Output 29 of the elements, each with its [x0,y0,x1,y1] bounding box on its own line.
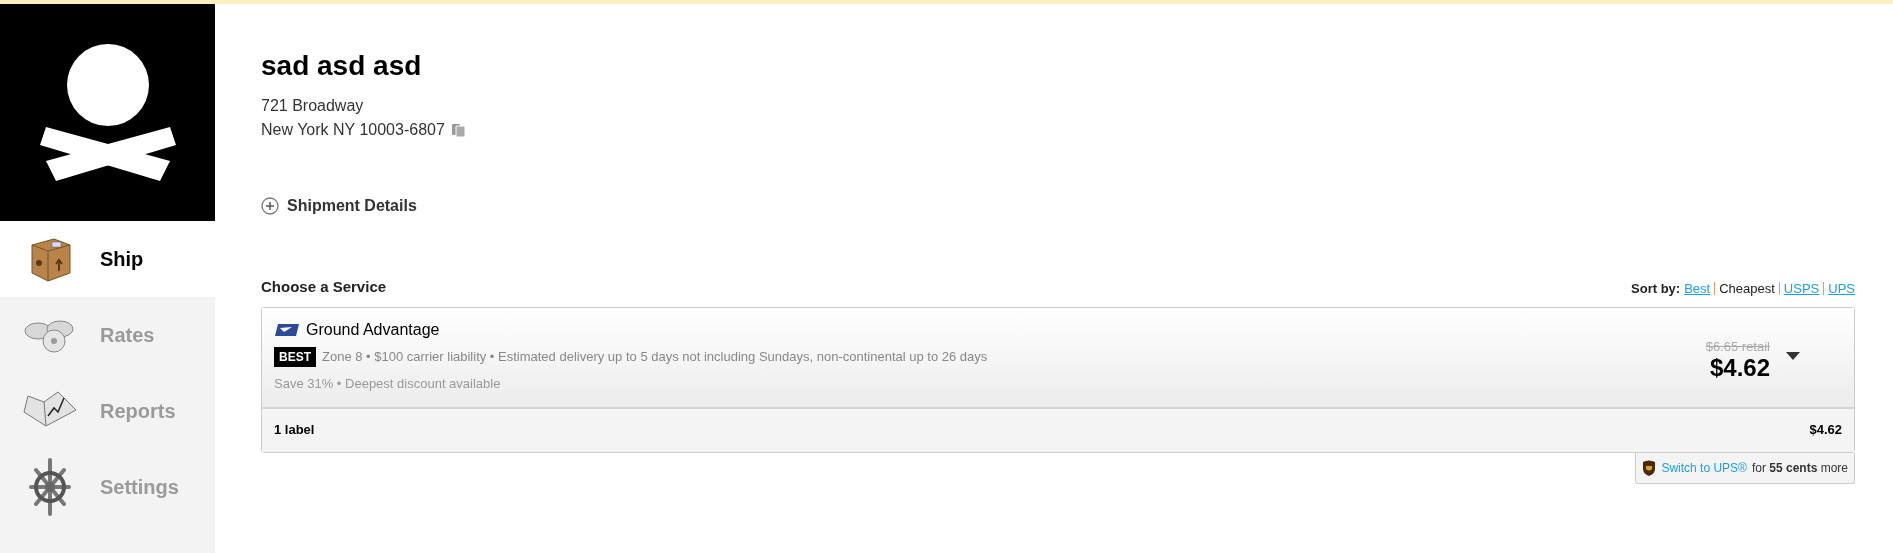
sort-label: Sort by: [1631,280,1681,298]
ship-wheel-icon [27,458,73,516]
plus-icon [261,197,279,215]
crate-icon [28,235,72,283]
section-title: Choose a Service [261,277,387,297]
address-line: New York NY 10003-6807 [261,120,445,140]
switch-cost-text: for 55 cents more [1751,459,1848,477]
savings-note: Save 31% • Deepest discount available [274,374,502,393]
sidebar-nav-item[interactable]: Ship [0,221,215,297]
retail-price: $6.65 retail [1705,339,1770,353]
recipient-name: sad asd asd [261,52,422,80]
eagle-logo-icon [274,321,300,338]
total-price: $4.62 [1809,421,1842,440]
service-details: Zone 8 • $100 carrier liability • Estimated delivery up to 5 days not including Sundays, non-continental up to 26 days [322,347,988,366]
sort-option-link[interactable]: Cheapest [1719,279,1775,299]
sort-option-link[interactable]: UPS [1828,279,1855,299]
shipment-details-toggle[interactable]: Shipment Details [261,194,417,218]
switch-carrier-link[interactable]: Switch to UPS® [1661,458,1747,477]
sort-option-link[interactable]: Best [1684,279,1711,299]
shield-logo-icon [1642,459,1657,476]
copy-icon[interactable] [450,122,466,138]
address-line: 721 Broadway [261,96,364,116]
service-price: $4.62 [1709,352,1770,383]
skull-crossbones-logo[interactable] [0,4,215,221]
best-badge: BEST [274,346,316,367]
dropdown-caret-icon[interactable] [1786,351,1800,360]
sort-option-link[interactable]: USPS [1783,279,1820,299]
label-count: 1 label [274,421,315,440]
service-name: Ground Advantage [306,319,440,340]
